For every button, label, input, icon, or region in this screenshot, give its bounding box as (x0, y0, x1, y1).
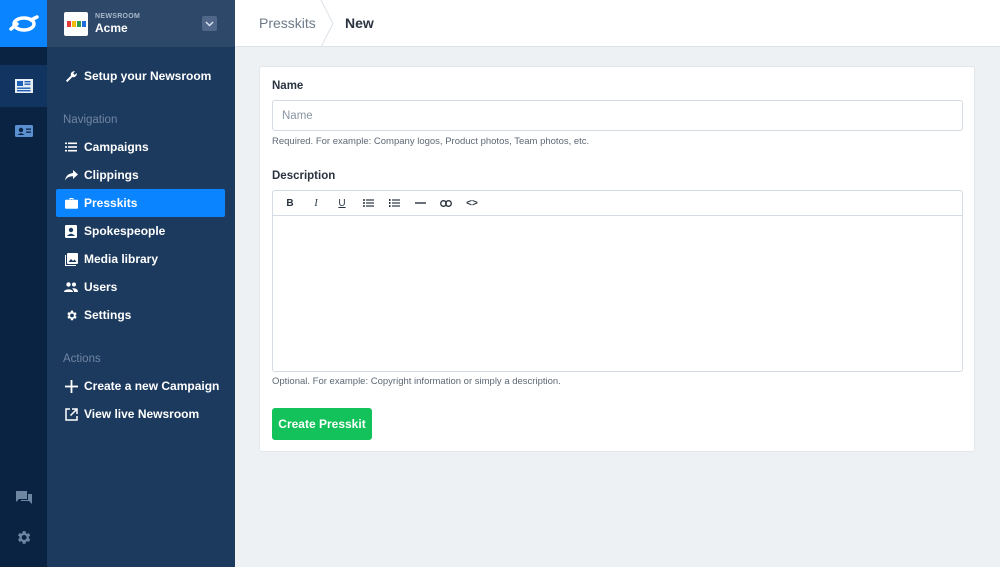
sidebar-item-label: Users (84, 280, 118, 294)
italic-icon: I (314, 197, 318, 209)
bulleted-list-icon (362, 199, 374, 207)
list-icon (64, 140, 78, 154)
bold-icon: B (286, 197, 294, 209)
top-bar: Presskits New (235, 0, 1000, 47)
sidebar-item-label: Presskits (84, 196, 138, 210)
contact-card-icon (14, 125, 33, 137)
sidebar-item-presskits[interactable]: Presskits (56, 189, 225, 217)
bold-button[interactable]: B (277, 192, 303, 214)
newspaper-icon (14, 79, 33, 93)
description-label: Description (272, 170, 336, 182)
sidebar-item-label: Setup your Newsroom (84, 69, 212, 83)
app-rail (0, 0, 47, 567)
rail-settings[interactable] (0, 516, 47, 558)
actions-heading: Actions (63, 353, 101, 365)
newsroom-logo (64, 11, 88, 36)
view-live-newsroom-link[interactable]: View live Newsroom (56, 400, 225, 428)
sidebar-item-media-library[interactable]: Media library (56, 245, 225, 273)
app-logo[interactable] (0, 0, 47, 47)
description-help-text: Optional. For example: Copyright informa… (272, 376, 561, 387)
briefcase-icon (64, 196, 78, 210)
code-icon: <> (466, 197, 478, 209)
numbered-list-button[interactable] (381, 192, 407, 214)
sidebar-item-campaigns[interactable]: Campaigns (56, 133, 225, 161)
gear-icon (64, 308, 78, 322)
sidebar-item-clippings[interactable]: Clippings (56, 161, 225, 189)
users-icon (64, 280, 78, 294)
sidebar-item-spokespeople[interactable]: Spokespeople (56, 217, 225, 245)
newsroom-switcher[interactable]: NEWSROOM Acme (47, 0, 235, 47)
sidebar-item-settings[interactable]: Settings (56, 301, 225, 329)
underline-button[interactable]: U (329, 192, 355, 214)
code-button[interactable]: <> (459, 192, 485, 214)
image-icon (64, 252, 78, 266)
description-editor: B I U <> (272, 190, 963, 372)
sidebar-item-label: Create a new Campaign (84, 379, 220, 393)
description-textarea[interactable] (273, 216, 962, 371)
create-presskit-button[interactable]: Create Presskit (272, 408, 372, 440)
sidebar-item-label: Media library (84, 252, 159, 266)
rail-chat[interactable] (0, 477, 47, 519)
horizontal-rule-icon (414, 202, 426, 204)
contact-icon (64, 224, 78, 238)
name-help-text: Required. For example: Company logos, Pr… (272, 136, 590, 147)
chevron-down-icon (205, 20, 214, 27)
sidebar-item-label: Spokespeople (84, 224, 166, 238)
sidebar: NEWSROOM Acme Setup your Newsroom Naviga… (47, 0, 235, 567)
external-link-icon (64, 407, 78, 421)
logo-icon (8, 14, 39, 32)
link-button[interactable] (433, 192, 459, 214)
breadcrumb-separator (320, 0, 334, 47)
italic-button[interactable]: I (303, 192, 329, 214)
newsroom-name: Acme (95, 20, 128, 35)
navigation-heading: Navigation (63, 114, 118, 126)
breadcrumb-current: New (345, 15, 374, 31)
wrench-icon (64, 69, 78, 83)
sidebar-item-setup[interactable]: Setup your Newsroom (56, 62, 225, 90)
newsroom-dropdown-button[interactable] (202, 16, 217, 31)
rail-contacts[interactable] (0, 110, 47, 152)
link-icon (440, 199, 452, 207)
plus-icon (64, 379, 78, 393)
rail-newsroom[interactable] (0, 65, 47, 107)
numbered-list-icon (388, 199, 400, 207)
sidebar-item-label: Settings (84, 308, 132, 322)
create-campaign-link[interactable]: Create a new Campaign (56, 372, 225, 400)
sidebar-item-label: Campaigns (84, 140, 149, 154)
horizontal-rule-button[interactable] (407, 192, 433, 214)
gear-icon (18, 530, 31, 544)
share-arrow-icon (64, 168, 78, 182)
sidebar-item-label: Clippings (84, 168, 139, 182)
underline-icon: U (338, 197, 346, 209)
sidebar-item-users[interactable]: Users (56, 273, 225, 301)
breadcrumb-presskits[interactable]: Presskits (259, 15, 316, 31)
sidebar-item-label: View live Newsroom (84, 407, 200, 421)
chat-icon (15, 491, 32, 504)
presskit-form-card: Name Required. For example: Company logo… (259, 66, 975, 452)
name-input[interactable] (272, 100, 963, 131)
bullet-list-button[interactable] (355, 192, 381, 214)
name-label: Name (272, 80, 304, 92)
newsroom-label: NEWSROOM (95, 12, 141, 20)
editor-toolbar: B I U <> (273, 191, 962, 216)
